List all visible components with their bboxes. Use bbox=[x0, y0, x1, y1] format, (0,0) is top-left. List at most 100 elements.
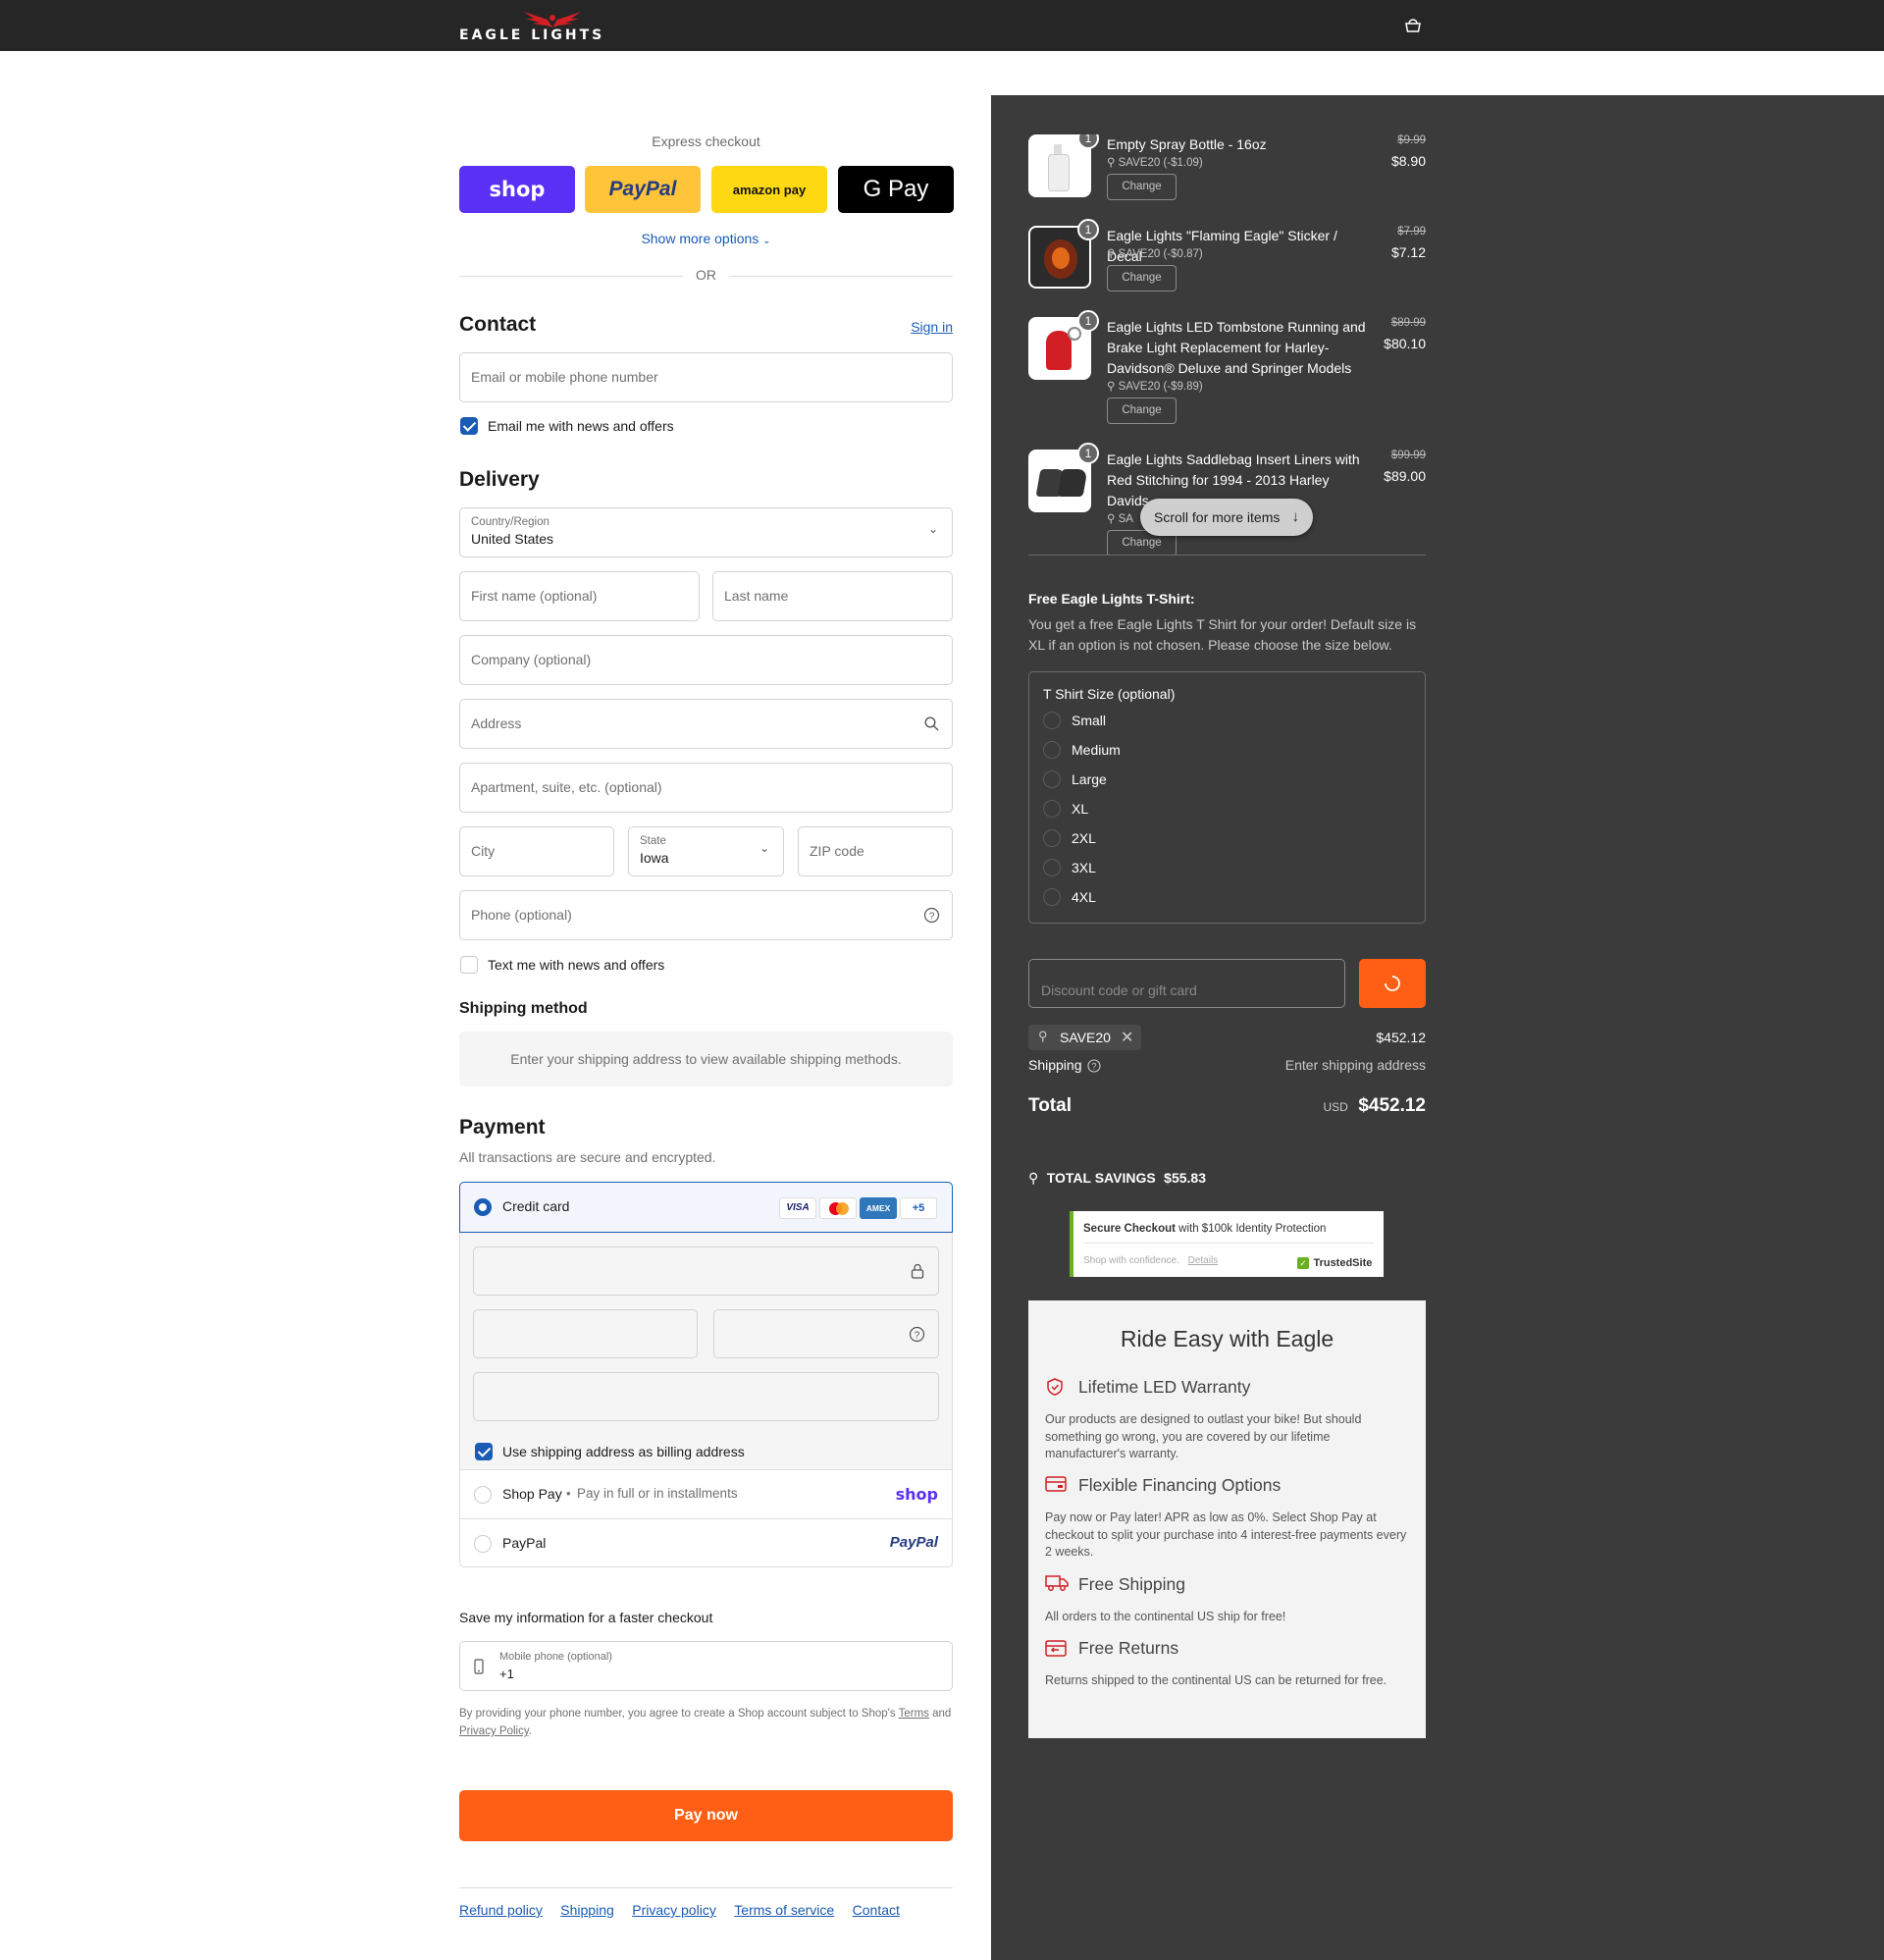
expiration-field[interactable] bbox=[473, 1309, 698, 1358]
tag-icon: ⚲ bbox=[1107, 513, 1116, 525]
item-price: $80.10 bbox=[1384, 336, 1426, 351]
chevron-down-icon: ⌄ bbox=[927, 522, 938, 536]
paypal-option[interactable]: PayPal PayPal bbox=[459, 1518, 953, 1567]
terms-of-service-link[interactable]: Terms of service bbox=[734, 1902, 834, 1918]
address-field[interactable]: Address bbox=[459, 699, 953, 749]
text-news-checkbox[interactable] bbox=[460, 956, 478, 974]
terms-link[interactable]: Terms bbox=[899, 1708, 929, 1720]
benefits-title: Ride Easy with Eagle bbox=[1120, 1326, 1334, 1351]
bag-icon[interactable] bbox=[1403, 17, 1423, 34]
size-radio[interactable] bbox=[1043, 859, 1061, 876]
total-amount: USD $452.12 bbox=[1324, 1095, 1426, 1117]
city-placeholder: City bbox=[471, 843, 496, 859]
name-on-card-field[interactable] bbox=[473, 1372, 939, 1421]
mobile-phone-field[interactable]: Mobile phone (optional) +1 bbox=[459, 1641, 953, 1691]
sign-in-link[interactable]: Sign in bbox=[911, 319, 953, 335]
change-button[interactable]: Change bbox=[1107, 265, 1177, 291]
size-label: Large bbox=[1072, 771, 1107, 787]
privacy-policy-link[interactable]: Privacy policy bbox=[632, 1902, 716, 1918]
size-label: Medium bbox=[1072, 742, 1121, 758]
pay-now-button[interactable]: Pay now bbox=[459, 1790, 953, 1841]
payment-heading: Payment bbox=[459, 1116, 546, 1139]
size-radio[interactable] bbox=[1043, 741, 1061, 759]
shop-pay-subtitle: Pay in full or in installments bbox=[577, 1486, 738, 1501]
tshirt-heading: Free Eagle Lights T-Shirt: bbox=[1028, 591, 1195, 607]
item-price: $7.12 bbox=[1390, 244, 1426, 260]
card-icon bbox=[1045, 1476, 1067, 1492]
tag-icon: ⚲ bbox=[1028, 1170, 1039, 1186]
benefit-text: Our products are designed to outlast you… bbox=[1045, 1412, 1362, 1460]
item-discount-text: SA bbox=[1118, 513, 1133, 525]
google-pay-express-button[interactable]: G Pay bbox=[838, 166, 954, 213]
credit-card-option[interactable]: Credit card VISA AMEX +5 bbox=[459, 1182, 953, 1233]
discount-code-field[interactable]: Discount code or gift card bbox=[1028, 959, 1345, 1008]
size-radio[interactable] bbox=[1043, 888, 1061, 906]
size-label: XL bbox=[1072, 801, 1089, 817]
cart-items-list[interactable]: 1 Empty Spray Bottle - 16oz ⚲ SAVE20 (-$… bbox=[1028, 134, 1426, 555]
show-more-options-label: Show more options bbox=[641, 231, 759, 246]
contact-link[interactable]: Contact bbox=[853, 1902, 900, 1918]
trustedsite-logo: ✓ TrustedSite bbox=[1297, 1253, 1372, 1271]
mobile-icon bbox=[474, 1659, 484, 1674]
tag-icon: ⚲ bbox=[1038, 1029, 1048, 1043]
phone-placeholder: Phone (optional) bbox=[471, 907, 572, 923]
paypal-radio[interactable] bbox=[474, 1535, 492, 1553]
trust-details-link[interactable]: Details bbox=[1188, 1255, 1219, 1266]
size-radio[interactable] bbox=[1043, 800, 1061, 818]
original-price: $99.99 bbox=[1390, 450, 1426, 461]
help-icon[interactable]: ? bbox=[1087, 1059, 1101, 1073]
credit-card-radio[interactable] bbox=[474, 1198, 492, 1216]
card-number-field[interactable] bbox=[473, 1246, 939, 1296]
apply-discount-button[interactable] bbox=[1359, 959, 1426, 1008]
change-button[interactable]: Change bbox=[1107, 174, 1177, 200]
city-field[interactable]: City bbox=[459, 826, 614, 876]
privacy-policy-link[interactable]: Privacy Policy bbox=[459, 1725, 529, 1737]
size-label: 4XL bbox=[1072, 889, 1096, 905]
item-price: $8.90 bbox=[1390, 153, 1426, 169]
amex-icon: AMEX bbox=[860, 1197, 897, 1219]
amazon-pay-logo: amazon pay bbox=[732, 182, 807, 197]
trustedsite-badge[interactable]: Secure Checkout with $100k Identity Prot… bbox=[1070, 1211, 1384, 1277]
size-label: 2XL bbox=[1072, 830, 1096, 846]
zip-placeholder: ZIP code bbox=[810, 843, 864, 859]
amazon-pay-express-button[interactable]: amazon pay bbox=[711, 166, 827, 213]
savings-value: $55.83 bbox=[1164, 1170, 1206, 1186]
security-code-field[interactable]: ? bbox=[713, 1309, 939, 1358]
cart-item: 1 Eagle Lights LED Tombstone Running and… bbox=[1028, 310, 1426, 435]
email-news-checkbox[interactable] bbox=[460, 417, 478, 435]
show-more-options-link[interactable]: Show more options ⌄ bbox=[459, 231, 953, 246]
size-radio[interactable] bbox=[1043, 712, 1061, 729]
last-name-field[interactable]: Last name bbox=[712, 571, 953, 621]
legal-period: . bbox=[528, 1725, 532, 1737]
billing-address-checkbox[interactable] bbox=[475, 1443, 493, 1460]
shop-pay-express-button[interactable]: shop bbox=[459, 166, 575, 213]
benefit-text: Pay now or Pay later! APR as low as 0%. … bbox=[1045, 1510, 1407, 1559]
country-select[interactable]: Country/Region United States ⌄ bbox=[459, 507, 953, 557]
remove-code-icon[interactable]: ✕ bbox=[1121, 1028, 1133, 1047]
size-radio[interactable] bbox=[1043, 770, 1061, 788]
eagle-lights-logo[interactable]: EAGLE LIGHTS bbox=[459, 8, 648, 43]
original-price: $7.99 bbox=[1397, 226, 1426, 238]
scroll-hint-button[interactable]: Scroll for more items ↓ bbox=[1140, 499, 1313, 536]
change-button[interactable]: Change bbox=[1107, 397, 1177, 424]
state-select[interactable]: State Iowa ⌄ bbox=[628, 826, 784, 876]
shop-pay-option[interactable]: Shop Pay • Pay in full or in installment… bbox=[459, 1469, 953, 1518]
phone-field[interactable]: Phone (optional) ? bbox=[459, 890, 953, 940]
divider bbox=[1083, 1243, 1374, 1244]
email-field[interactable]: Email or mobile phone number bbox=[459, 352, 953, 402]
refund-policy-link[interactable]: Refund policy bbox=[459, 1902, 543, 1918]
country-value: United States bbox=[471, 531, 554, 547]
trust-sub: Shop with confidence. Details bbox=[1083, 1255, 1218, 1266]
zip-field[interactable]: ZIP code bbox=[798, 826, 953, 876]
help-icon[interactable]: ? bbox=[909, 1326, 925, 1343]
size-radio[interactable] bbox=[1043, 829, 1061, 847]
paypal-express-button[interactable]: PayPal bbox=[585, 166, 701, 213]
first-name-field[interactable]: First name (optional) bbox=[459, 571, 700, 621]
mobile-phone-label: Mobile phone (optional) bbox=[499, 1651, 612, 1663]
quantity-badge: 1 bbox=[1077, 219, 1099, 240]
apartment-field[interactable]: Apartment, suite, etc. (optional) bbox=[459, 763, 953, 813]
help-icon[interactable]: ? bbox=[923, 907, 940, 924]
shop-pay-radio[interactable] bbox=[474, 1486, 492, 1504]
shipping-link[interactable]: Shipping bbox=[560, 1902, 614, 1918]
company-field[interactable]: Company (optional) bbox=[459, 635, 953, 685]
